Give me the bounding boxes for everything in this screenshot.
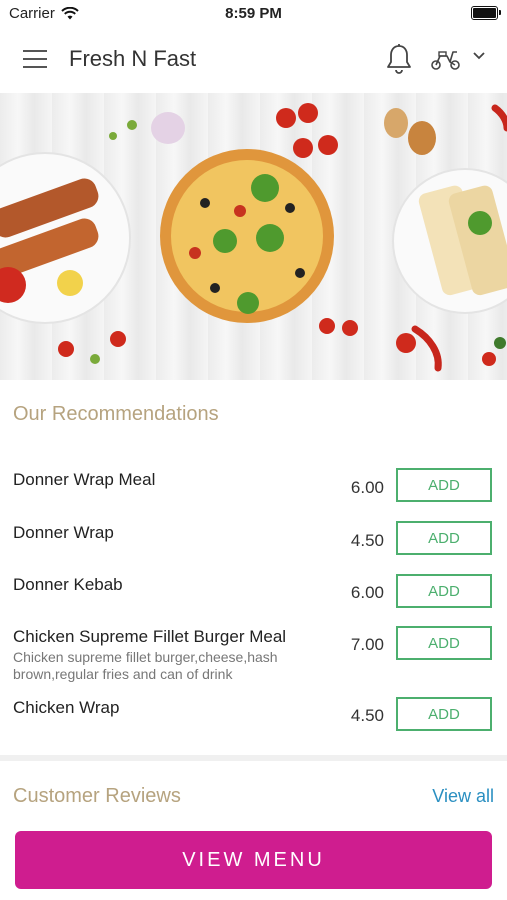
status-bar: Carrier 8:59 PM <box>0 0 507 26</box>
item-name: Chicken Wrap <box>13 698 120 717</box>
hero-food-image <box>0 93 507 380</box>
scooter-icon[interactable] <box>430 47 462 71</box>
add-button[interactable]: ADD <box>396 574 492 608</box>
add-button[interactable]: ADD <box>396 626 492 660</box>
item-description: Chicken supreme fillet burger,cheese,has… <box>13 649 278 682</box>
app-title: Fresh N Fast <box>69 46 197 71</box>
view-menu-button[interactable]: VIEW MENU <box>15 831 492 889</box>
add-button[interactable]: ADD <box>396 521 492 555</box>
view-all-link[interactable]: View all <box>432 786 494 807</box>
item-price: 6.00 <box>350 583 384 602</box>
add-button[interactable]: ADD <box>396 468 492 502</box>
menu-icon[interactable] <box>23 50 47 68</box>
item-price: 4.50 <box>350 531 384 550</box>
add-button[interactable]: ADD <box>396 697 492 731</box>
hero-illustration <box>0 103 507 372</box>
recommendations-title: Our Recommendations <box>13 403 219 425</box>
app-header: Fresh N Fast <box>0 26 507 94</box>
battery-icon <box>471 6 501 20</box>
reviews-title: Customer Reviews <box>13 785 181 807</box>
item-price: 7.00 <box>350 635 384 654</box>
status-time: 8:59 PM <box>225 5 282 22</box>
item-name: Donner Wrap Meal <box>13 470 156 489</box>
bell-icon[interactable] <box>385 43 413 75</box>
item-name: Donner Wrap <box>13 523 114 542</box>
section-divider <box>0 755 507 761</box>
item-price: 6.00 <box>350 478 384 497</box>
item-price: 4.50 <box>350 706 384 725</box>
item-name: Chicken Supreme Fillet Burger Meal <box>13 627 287 646</box>
chevron-down-icon[interactable] <box>472 51 486 61</box>
item-name: Donner Kebab <box>13 575 123 594</box>
